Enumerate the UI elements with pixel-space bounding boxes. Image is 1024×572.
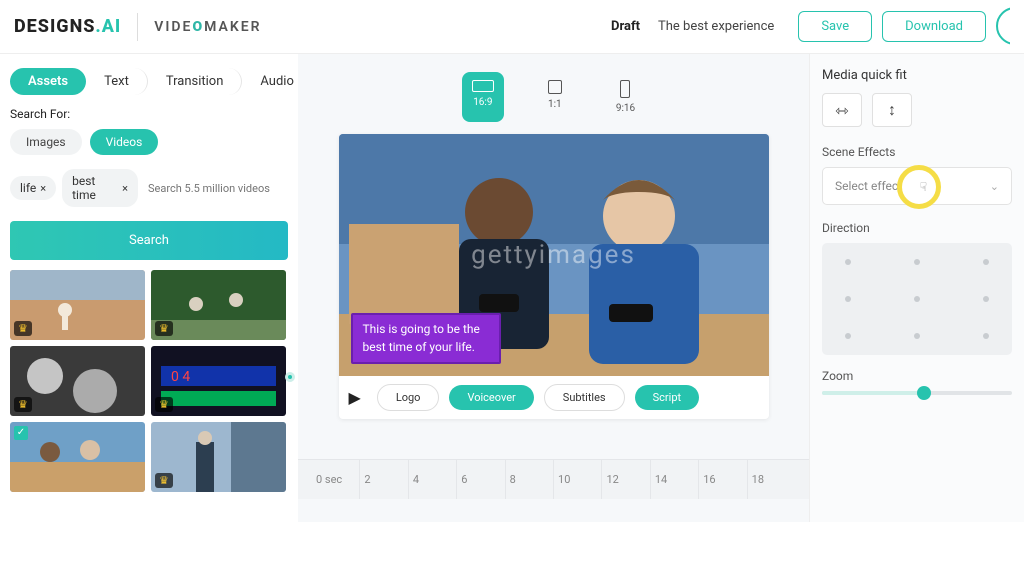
asset-sidebar: Assets Text Transition Audio Search For:… (0, 54, 298, 522)
tag-remove-icon[interactable]: × (40, 182, 46, 195)
video-thumb[interactable]: ♛ (151, 270, 286, 340)
search-button[interactable]: Search (10, 221, 288, 260)
search-input[interactable] (148, 182, 288, 195)
zoom-knob[interactable] (917, 386, 931, 400)
fit-vertical-button[interactable]: ↕ (872, 93, 912, 127)
chip-script[interactable]: Script (635, 385, 699, 410)
fit-vertical-icon: ↕ (888, 100, 896, 120)
selected-icon: ✓ (14, 426, 28, 440)
zoom-label: Zoom (822, 369, 1012, 383)
play-icon[interactable]: ▶ (349, 388, 361, 407)
aspect-16-9[interactable]: 16:9 (462, 72, 504, 122)
search-for-label: Search For: (10, 107, 288, 121)
timeline-tick: 8 (506, 460, 554, 499)
timeline-tick: 18 (748, 460, 795, 499)
tab-transition[interactable]: Transition (148, 68, 243, 95)
timeline-ruler[interactable]: 0 sec 2 4 6 8 10 12 14 16 18 (298, 459, 809, 499)
app-header: DESIGNS.AI VIDEOMAKER Draft The best exp… (0, 0, 1024, 54)
tag-life[interactable]: life × (10, 176, 56, 200)
chip-voiceover[interactable]: Voiceover (449, 385, 533, 410)
project-title: The best experience (658, 19, 774, 34)
video-thumb[interactable]: 0 4 ♛ (151, 346, 286, 416)
video-thumb[interactable]: ♛ (10, 270, 145, 340)
canvas-area: 16:9 1:1 9:16 (298, 54, 809, 522)
aspect-1-1[interactable]: 1:1 (538, 72, 572, 122)
timeline-tick: 14 (651, 460, 699, 499)
timeline-tick: 12 (602, 460, 650, 499)
gallery-scroll-indicator[interactable] (292, 342, 296, 572)
properties-panel: Media quick fit ⇿ ↕ Scene Effects Select… (809, 54, 1024, 522)
results-gallery: ♛ ♛ ♛ 0 4 ♛ ✓ (10, 270, 288, 492)
direction-grid (822, 243, 1012, 355)
tab-assets[interactable]: Assets (10, 68, 86, 95)
pill-videos[interactable]: Videos (90, 129, 159, 155)
chip-subtitles[interactable]: Subtitles (544, 384, 625, 411)
tab-audio[interactable]: Audio (242, 68, 311, 95)
timeline-tick: 4 (409, 460, 457, 499)
timeline-tick: 16 (699, 460, 747, 499)
premium-icon: ♛ (14, 397, 32, 412)
tag-best-time[interactable]: best time × (62, 169, 138, 207)
pill-images[interactable]: Images (10, 129, 82, 155)
preview-panel: gettyimages This is going to be the best… (339, 134, 769, 419)
fit-horizontal-button[interactable]: ⇿ (822, 93, 862, 127)
scene-effects-label: Scene Effects (822, 145, 1012, 159)
premium-icon: ♛ (155, 473, 173, 488)
timeline-tick: 0 sec (312, 460, 360, 499)
direction-e[interactable] (983, 296, 989, 302)
premium-icon: ♛ (155, 321, 173, 336)
effect-select[interactable]: Select effect ⌄ ☟ (822, 167, 1012, 205)
save-button[interactable]: Save (798, 11, 872, 42)
tag-remove-icon[interactable]: × (122, 182, 128, 195)
direction-se[interactable] (983, 333, 989, 339)
highlight-ring (897, 165, 941, 209)
direction-center[interactable] (914, 296, 920, 302)
media-fit-label: Media quick fit (822, 68, 1012, 83)
timeline-tick: 2 (360, 460, 408, 499)
draft-label: Draft (611, 19, 640, 34)
direction-ne[interactable] (983, 259, 989, 265)
svg-text:0 4: 0 4 (171, 369, 190, 385)
divider (137, 13, 138, 41)
product-name: VIDEOMAKER (154, 19, 261, 35)
brand-logo: DESIGNS.AI (14, 16, 121, 37)
aspect-9-16[interactable]: 9:16 (606, 72, 645, 122)
timeline-tick: 6 (457, 460, 505, 499)
premium-icon: ♛ (155, 397, 173, 412)
cursor-hand-icon: ☟ (920, 180, 927, 194)
direction-w[interactable] (845, 296, 851, 302)
direction-sw[interactable] (845, 333, 851, 339)
video-preview[interactable]: gettyimages This is going to be the best… (339, 134, 769, 376)
zoom-slider[interactable] (822, 391, 1012, 395)
direction-s[interactable] (914, 333, 920, 339)
caption-overlay[interactable]: This is going to be the best time of you… (351, 313, 501, 364)
fit-horizontal-icon: ⇿ (835, 101, 848, 120)
chevron-down-icon: ⌄ (990, 180, 999, 193)
video-thumb[interactable]: ♛ (151, 422, 286, 492)
timeline-tick: 10 (554, 460, 602, 499)
direction-n[interactable] (914, 259, 920, 265)
download-button[interactable]: Download (882, 11, 986, 42)
chip-logo[interactable]: Logo (377, 384, 440, 411)
avatar[interactable] (996, 7, 1010, 45)
video-thumb[interactable]: ✓ (10, 422, 145, 492)
direction-nw[interactable] (845, 259, 851, 265)
direction-label: Direction (822, 221, 1012, 235)
tab-text[interactable]: Text (86, 68, 148, 95)
premium-icon: ♛ (14, 321, 32, 336)
video-thumb[interactable]: ♛ (10, 346, 145, 416)
